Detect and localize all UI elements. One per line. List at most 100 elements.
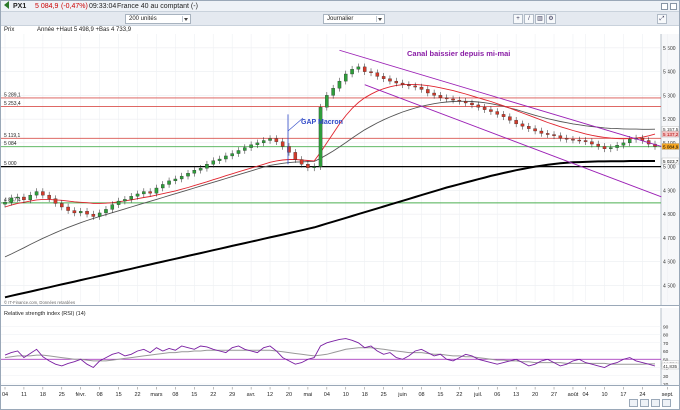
y-tick-label: 4 700 (663, 236, 676, 242)
candle-body (224, 155, 228, 160)
candle-body (9, 197, 14, 203)
x-tick-label: 27 (551, 392, 557, 398)
candle-body (280, 141, 285, 147)
source-note: © IT-Finance.com, Données retardées (4, 300, 75, 305)
x-tick-label: juin (397, 392, 407, 398)
candle-body (167, 180, 171, 185)
price-tag-label: 5 137,2 (663, 132, 679, 137)
zoom-in-button[interactable] (662, 399, 671, 407)
candle-body (476, 104, 481, 108)
candle-body (514, 120, 518, 125)
candle-body (533, 128, 537, 132)
candle-body (571, 139, 575, 141)
scroll-right-button[interactable] (640, 399, 649, 407)
candle-body (539, 130, 544, 134)
candle-body (362, 66, 367, 72)
level-label: 5 289,1 (4, 92, 21, 98)
window-button[interactable] (661, 3, 668, 10)
fullscreen-icon[interactable]: ⤢ (657, 14, 667, 24)
units-select-value: 200 unités (129, 16, 157, 22)
candle-body (337, 80, 342, 89)
symbol-label: PX1 (13, 3, 27, 10)
channel-lower-line (364, 84, 662, 198)
y-tick-label: 5 300 (663, 93, 676, 99)
period-select-value: Journalier (327, 16, 354, 22)
x-tick-label: 15 (116, 392, 122, 398)
candle-body (590, 141, 594, 145)
candle-body (123, 199, 127, 202)
rsi-tag-label: 41,835 (663, 364, 677, 369)
candle-body (97, 212, 102, 217)
x-tick-label: 08 (172, 392, 178, 398)
price-chart[interactable]: 4 5004 6004 7004 8004 9005 0005 1005 200… (1, 34, 679, 306)
y-tick-label: 5 000 (663, 165, 676, 171)
rsi-chart[interactable]: Relative strength index (RSI) (14)203040… (1, 308, 679, 386)
candle-body (628, 139, 632, 144)
candle-body (142, 191, 146, 195)
x-tick-label: sept. (662, 392, 674, 398)
x-tick-label: 22 (134, 392, 140, 398)
x-tick-label: 15 (437, 392, 443, 398)
settings-icon[interactable]: ⚙ (546, 14, 556, 24)
candle-body (179, 175, 184, 180)
level-label: 5 253,4 (4, 101, 21, 107)
candle-body (552, 134, 556, 136)
x-tick-label: août (568, 392, 579, 398)
chart-type-icon[interactable]: ▥ (535, 14, 545, 24)
ma-red-line (4, 83, 656, 208)
candle-body (161, 184, 165, 189)
candle-body (344, 73, 348, 82)
candle-body (331, 88, 335, 96)
candle-body (520, 123, 525, 127)
x-tick-label: 25 (381, 392, 387, 398)
candle-body (596, 143, 600, 147)
zoom-out-button[interactable] (651, 399, 660, 407)
x-tick-label: 06 (494, 392, 500, 398)
y-tick-label: 4 900 (663, 188, 676, 194)
scroll-left-button[interactable] (629, 399, 638, 407)
candle-body (621, 142, 626, 146)
toolbar: 200 unités Journalier + / ▥ ⚙ ⤢ (1, 12, 679, 26)
y-tick-label: 5 500 (663, 46, 676, 52)
candle-body (299, 159, 304, 165)
candle-body (501, 114, 506, 117)
candle-body (230, 153, 234, 157)
caret-down-icon (182, 16, 189, 22)
candle-body (173, 178, 178, 182)
units-select[interactable]: 200 unités (125, 14, 191, 24)
candle-body (104, 209, 108, 214)
period-select[interactable]: Journalier (323, 14, 385, 24)
x-tick-label: 04 (2, 392, 8, 398)
x-tick-label: 04 (324, 392, 330, 398)
x-tick-label: 20 (532, 392, 538, 398)
header-bar: PX1 5 084,9 (-0,47%) 09:33:04 France 40 … (1, 1, 679, 12)
candle-body (110, 204, 115, 210)
candle-body (53, 198, 58, 204)
candle-body (154, 187, 159, 194)
close-icon[interactable] (670, 3, 677, 10)
candle-body (217, 158, 222, 161)
candle-body (413, 85, 417, 88)
zoom-icon[interactable]: + (513, 14, 523, 24)
candle-body (15, 196, 20, 199)
quote-time: 09:33:04 (89, 3, 117, 10)
candle-body (564, 137, 569, 140)
x-tick-label: 17 (620, 392, 626, 398)
candle-body (615, 145, 619, 148)
draw-icon[interactable]: / (524, 14, 534, 24)
candle-body (577, 139, 582, 142)
x-tick-label: 24 (639, 392, 645, 398)
caret-down-icon (376, 16, 383, 22)
back-arrow-icon[interactable] (4, 1, 9, 9)
candle-body (381, 76, 386, 79)
candle-body (91, 213, 96, 217)
candle-body (388, 78, 392, 82)
rsi-title: Relative strength index (RSI) (14) (4, 311, 86, 317)
y-tick-label: 4 500 (663, 283, 676, 289)
ma-black-line (4, 160, 655, 299)
level-label: 5 084 (4, 141, 17, 147)
candle-body (470, 102, 474, 106)
x-tick-label: 22 (456, 392, 462, 398)
level-label: 5 119,1 (4, 133, 21, 139)
info-bar: Prix Année +Haut 5 498,9 +Bas 4 733,9 (1, 26, 679, 34)
